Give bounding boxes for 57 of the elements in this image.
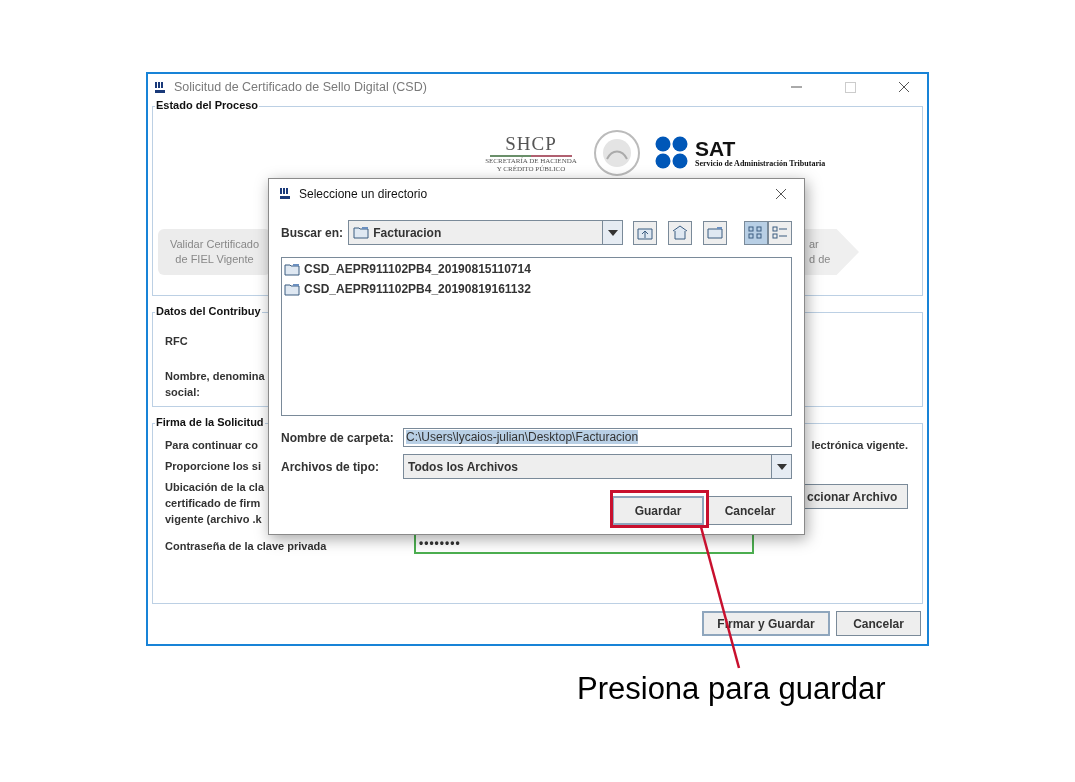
file-type-label: Archivos de tipo:	[281, 459, 380, 474]
shcp-logo-text: SHCP	[505, 133, 557, 155]
cancel-button[interactable]: Cancelar	[836, 611, 921, 636]
toolbar-button[interactable]	[668, 220, 692, 245]
save-button[interactable]: Guardar	[612, 496, 704, 525]
panel-title: Estado del Proceso	[155, 99, 260, 111]
step-label: de FIEL Vigente	[175, 252, 254, 267]
panel-title: Firma de la Solicitud	[155, 416, 265, 428]
panel-title: Datos del Contribuy	[155, 305, 262, 317]
step-label: ar	[809, 237, 820, 252]
file-type-dropdown[interactable]: Todos los Archivos	[403, 454, 792, 479]
form-label: vigente (archivo .k	[165, 512, 263, 527]
step-label: d de	[809, 252, 832, 267]
step-label: Validar Certificado	[169, 237, 260, 252]
field-label: RFC	[165, 334, 189, 349]
folder-icon	[284, 262, 300, 276]
view-toggle-button[interactable]	[768, 220, 792, 245]
cancel-button[interactable]: Cancelar	[708, 496, 792, 525]
folder-icon	[353, 226, 370, 239]
field-label: social:	[165, 385, 201, 400]
home-icon	[672, 225, 688, 240]
close-icon	[898, 81, 910, 93]
view-toggle-button[interactable]	[744, 220, 768, 245]
look-in-dropdown[interactable]: Facturacion	[348, 220, 623, 245]
folder-item[interactable]: CSD_AEPR911102PB4_20190815110714	[284, 261, 789, 277]
look-in-label: Buscar en:	[281, 225, 345, 240]
details-view-icon	[772, 225, 788, 240]
toolbar-button[interactable]	[703, 220, 727, 245]
list-view-icon	[748, 225, 764, 240]
folder-name-label: Nombre de carpeta:	[281, 430, 395, 445]
minimize-icon	[790, 86, 802, 88]
sat-logo-text: SAT	[695, 138, 737, 159]
sat-logo-icon	[655, 136, 689, 170]
close-icon	[775, 187, 787, 200]
form-label: Contraseña de la clave privada	[165, 539, 327, 554]
caret-icon	[776, 463, 787, 470]
form-label: Para continuar co	[165, 438, 258, 453]
folder-up-icon	[637, 225, 653, 240]
form-label: Ubicación de la cla	[165, 480, 265, 495]
maximize-icon	[844, 81, 856, 93]
dialog-title: Seleccione un directorio	[299, 186, 429, 201]
field-label: Nombre, denomina	[165, 369, 266, 384]
form-label: certificado de firm	[165, 496, 262, 511]
emblem-drawing	[593, 129, 641, 177]
app-icon	[279, 187, 291, 200]
caret-icon	[607, 229, 618, 236]
window-title: Solicitud de Certificado de Sello Digital (CSD)	[174, 80, 428, 94]
folder-item[interactable]: CSD_AEPR911102PB4_20190819161132	[284, 281, 789, 297]
app-icon	[154, 80, 166, 94]
folder-icon	[284, 282, 300, 296]
folder-name-field[interactable]: C:\Users\lycaios-julian\Desktop\Facturacion	[403, 428, 792, 447]
annotation-text: Presiona para guardar	[577, 671, 886, 707]
sat-subtitle: Servicio de Administración Tributaria	[695, 158, 826, 168]
toolbar-button[interactable]	[633, 220, 657, 245]
form-label: Proporcione los si	[165, 459, 261, 474]
form-label: lectrónica vigente.	[811, 438, 908, 453]
new-folder-icon	[707, 226, 723, 239]
